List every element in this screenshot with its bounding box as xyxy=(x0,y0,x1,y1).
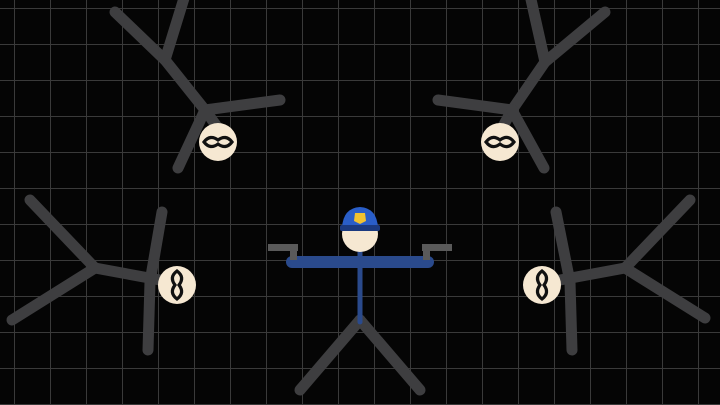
enemy-arm xyxy=(564,276,578,356)
police-leg xyxy=(294,314,366,396)
enemy-mid-left[interactable] xyxy=(6,194,196,356)
enemy-arm xyxy=(142,276,156,356)
enemy-mid-right[interactable] xyxy=(523,194,711,356)
enemy-arm xyxy=(550,206,576,288)
enemy-leg xyxy=(525,0,551,68)
game-canvas[interactable] xyxy=(0,0,720,405)
scene-svg xyxy=(6,0,711,396)
police-leg xyxy=(354,314,426,396)
player-police[interactable] xyxy=(268,207,452,396)
enemy-arm xyxy=(199,94,286,116)
enemy-leg xyxy=(24,194,101,274)
enemy-leg xyxy=(506,6,611,116)
enemy-top-right[interactable] xyxy=(432,0,611,174)
enemy-leg xyxy=(159,0,190,66)
police-cap-icon xyxy=(340,207,380,231)
enemy-leg xyxy=(619,262,711,324)
enemy-top-left[interactable] xyxy=(109,0,286,174)
pistol-left-icon xyxy=(268,244,298,260)
enemy-arm xyxy=(144,206,168,288)
enemy-arm xyxy=(432,94,518,116)
enemy-leg xyxy=(6,262,101,326)
pistol-right-icon xyxy=(422,244,452,260)
enemy-leg xyxy=(619,194,696,274)
